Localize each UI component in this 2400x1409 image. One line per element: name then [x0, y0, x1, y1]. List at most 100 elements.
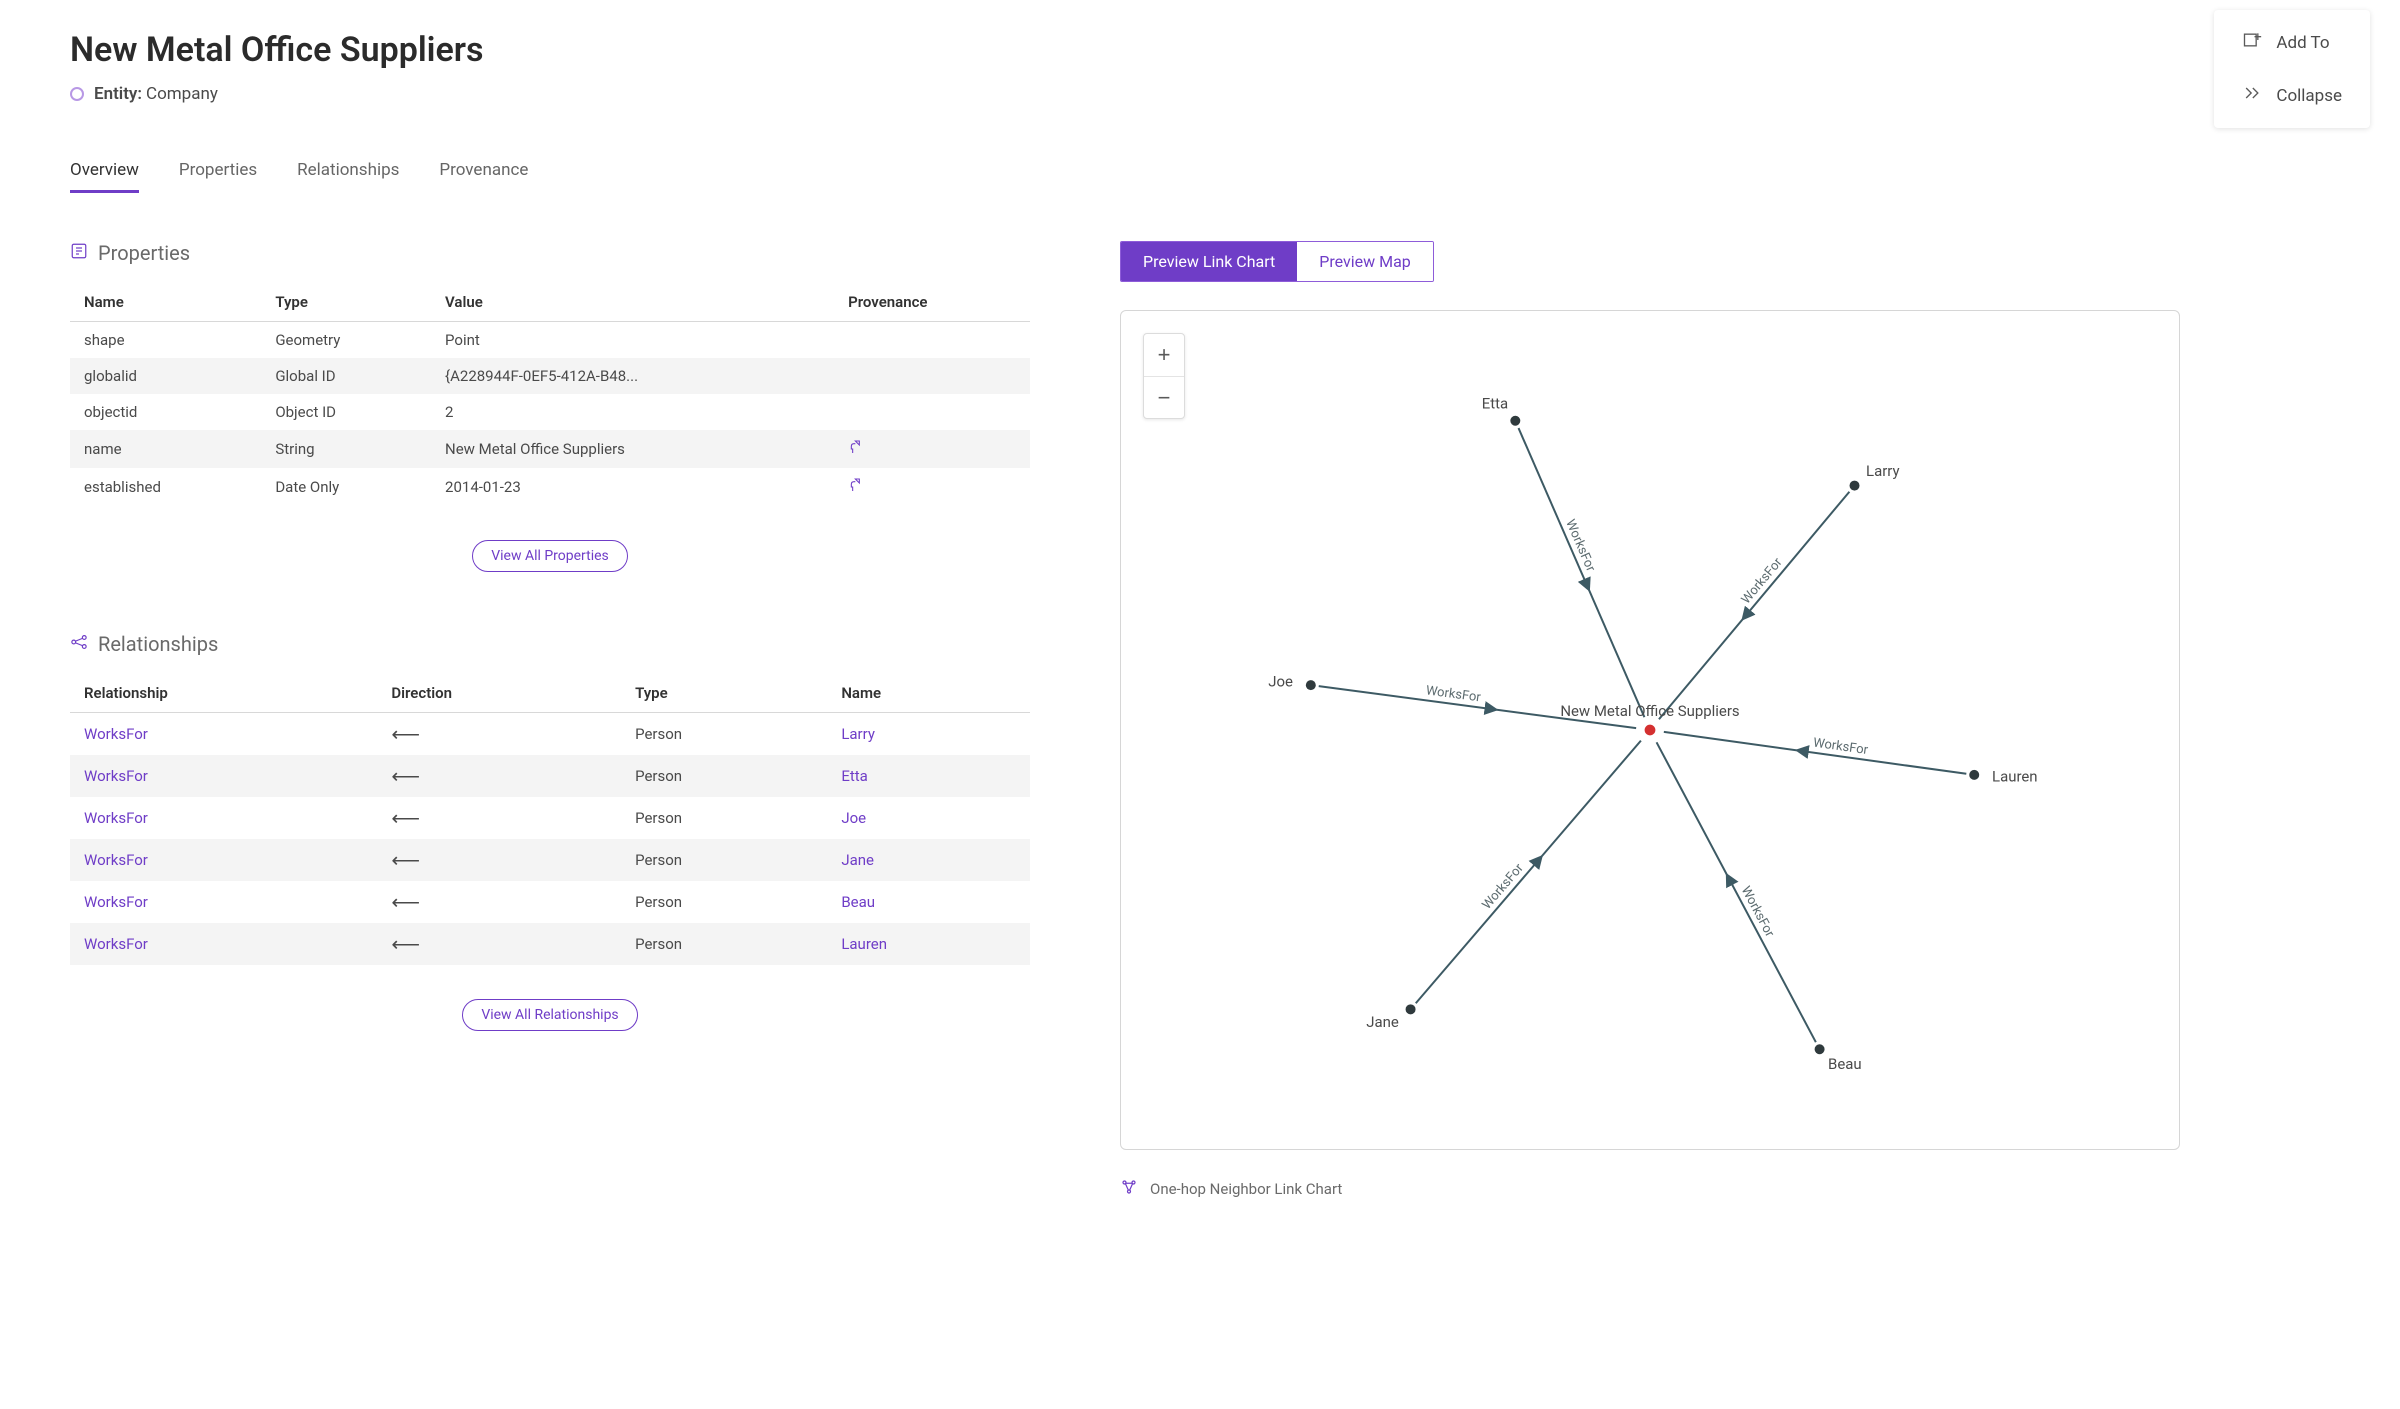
view-all-properties-button[interactable]: View All Properties: [472, 540, 628, 572]
graph-center-label: New Metal Office Suppliers: [1560, 702, 1739, 720]
add-to-button[interactable]: Add To: [2214, 16, 2370, 69]
graph-node-label: Jane: [1366, 1013, 1399, 1031]
tab-properties[interactable]: Properties: [179, 160, 257, 193]
tab-overview[interactable]: Overview: [70, 160, 139, 193]
rel-name[interactable]: Lauren: [827, 923, 1030, 965]
prop-value: Point: [431, 322, 834, 359]
provenance-icon[interactable]: [848, 441, 864, 459]
svg-text:WorksFor: WorksFor: [1812, 736, 1869, 759]
collapse-label: Collapse: [2276, 86, 2342, 106]
properties-col-name: Name: [70, 283, 261, 322]
rel-link[interactable]: WorksFor: [70, 923, 377, 965]
relationship-row: WorksFor⟵PersonBeau: [70, 881, 1030, 923]
rel-link[interactable]: WorksFor: [70, 713, 377, 756]
arrow-left-icon: ⟵: [391, 932, 419, 956]
tab-relationships[interactable]: Relationships: [297, 160, 399, 193]
rel-name[interactable]: Larry: [827, 713, 1030, 756]
action-panel: Add To Collapse: [2214, 10, 2370, 128]
graph-node[interactable]: [1510, 416, 1520, 426]
preview-toggle: Preview Link Chart Preview Map: [1120, 241, 1434, 282]
property-row: nameStringNew Metal Office Suppliers: [70, 430, 1030, 468]
relationships-icon: [70, 632, 88, 656]
property-row: shapeGeometryPoint: [70, 322, 1030, 359]
collapse-button[interactable]: Collapse: [2214, 69, 2370, 122]
chart-footer-text: One-hop Neighbor Link Chart: [1150, 1180, 1342, 1198]
zoom-out-button[interactable]: −: [1144, 376, 1184, 418]
graph-node[interactable]: [1306, 680, 1316, 690]
graph-node[interactable]: [1850, 481, 1860, 491]
rel-type: Person: [621, 839, 827, 881]
property-row: objectidObject ID2: [70, 394, 1030, 430]
graph-node[interactable]: [1406, 1004, 1416, 1014]
relationships-table: Relationship Direction Type Name WorksFo…: [70, 674, 1030, 965]
provenance-icon[interactable]: [848, 479, 864, 497]
rel-col-name: Name: [827, 674, 1030, 713]
graph-node-label: Etta: [1482, 394, 1508, 412]
properties-table: Name Type Value Provenance shapeGeometry…: [70, 283, 1030, 506]
properties-col-prov: Provenance: [834, 283, 1030, 322]
prop-type: Geometry: [261, 322, 431, 359]
add-to-icon: [2242, 30, 2262, 55]
add-to-label: Add To: [2276, 33, 2329, 53]
prop-name: shape: [70, 322, 261, 359]
prop-value: 2: [431, 394, 834, 430]
link-chart-canvas[interactable]: + − WorksForWorksForWorksForWorksForWork…: [1120, 310, 2180, 1150]
preview-map-button[interactable]: Preview Map: [1297, 242, 1433, 281]
properties-icon: [70, 241, 88, 265]
entity-label: Entity:: [94, 84, 142, 104]
rel-name[interactable]: Etta: [827, 755, 1030, 797]
rel-type: Person: [621, 923, 827, 965]
properties-col-type: Type: [261, 283, 431, 322]
rel-direction: ⟵: [377, 797, 621, 839]
relationship-row: WorksFor ⟵ PersonEtta: [70, 755, 1030, 797]
rel-link[interactable]: WorksFor: [70, 755, 377, 797]
graph-node-label: Lauren: [1992, 767, 2038, 785]
graph-node[interactable]: [1969, 770, 1979, 780]
prop-type: String: [261, 430, 431, 468]
rel-direction: ⟵: [377, 923, 621, 965]
rel-link[interactable]: WorksFor: [70, 881, 377, 923]
prop-provenance[interactable]: [834, 468, 1030, 506]
rel-type: Person: [621, 797, 827, 839]
prop-type: Date Only: [261, 468, 431, 506]
relationship-row: WorksFor ⟵ PersonLauren: [70, 923, 1030, 965]
graph-node-label: Joe: [1268, 673, 1293, 691]
graph-center-node[interactable]: [1644, 724, 1656, 736]
graph-node-label: Beau: [1828, 1055, 1862, 1073]
property-row: globalidGlobal ID{A228944F-0EF5-412A-B48…: [70, 358, 1030, 394]
prop-provenance[interactable]: [834, 430, 1030, 468]
graph-node[interactable]: [1815, 1044, 1825, 1054]
zoom-in-button[interactable]: +: [1144, 334, 1184, 376]
relationships-heading: Relationships: [70, 632, 1030, 656]
prop-name: globalid: [70, 358, 261, 394]
prop-type: Object ID: [261, 394, 431, 430]
rel-direction: ⟵: [377, 839, 621, 881]
entity-type: Company: [146, 84, 218, 104]
rel-link[interactable]: WorksFor: [70, 797, 377, 839]
prop-name: established: [70, 468, 261, 506]
svg-text:WorksFor: WorksFor: [1479, 861, 1527, 913]
prop-value: 2014-01-23: [431, 468, 834, 506]
zoom-controls: + −: [1143, 333, 1185, 419]
rel-name[interactable]: Joe: [827, 797, 1030, 839]
view-all-relationships-button[interactable]: View All Relationships: [462, 999, 637, 1031]
page-title: New Metal Office Suppliers: [70, 30, 2330, 70]
rel-type: Person: [621, 755, 827, 797]
preview-link-chart-button[interactable]: Preview Link Chart: [1121, 242, 1297, 281]
prop-name: objectid: [70, 394, 261, 430]
rel-direction: ⟵: [377, 713, 621, 756]
property-row: establishedDate Only2014-01-23: [70, 468, 1030, 506]
relationship-row: WorksFor ⟵ PersonLarry: [70, 713, 1030, 756]
rel-col-type: Type: [621, 674, 827, 713]
rel-name[interactable]: Jane: [827, 839, 1030, 881]
tab-provenance[interactable]: Provenance: [439, 160, 528, 193]
arrow-left-icon: ⟵: [391, 764, 419, 788]
rel-link[interactable]: WorksFor: [70, 839, 377, 881]
rel-name[interactable]: Beau: [827, 881, 1030, 923]
arrow-left-icon: ⟵: [391, 722, 419, 746]
rel-type: Person: [621, 713, 827, 756]
properties-heading: Properties: [70, 241, 1030, 265]
entity-dot-icon: [70, 87, 84, 101]
properties-heading-text: Properties: [98, 241, 190, 265]
arrow-left-icon: ⟵: [391, 890, 419, 914]
